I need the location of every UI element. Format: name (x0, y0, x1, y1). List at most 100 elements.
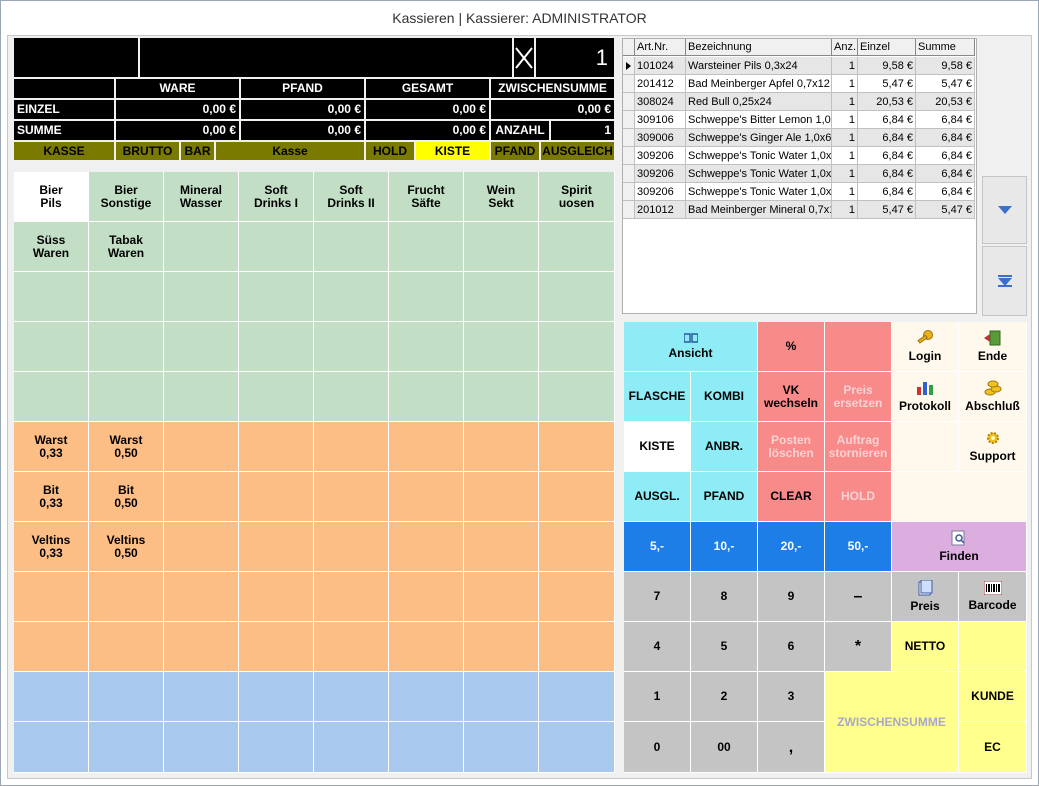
product-empty[interactable] (164, 522, 239, 572)
percent-button[interactable]: % (758, 322, 825, 372)
cell-artnr[interactable]: 201012 (635, 201, 686, 219)
category-empty[interactable] (164, 372, 239, 422)
digit-00-button[interactable]: 00 (691, 722, 758, 773)
kombi-button[interactable]: KOMBI (691, 372, 758, 422)
preis-ersetzen-button[interactable]: Preis ersetzen (825, 372, 892, 422)
product-empty[interactable] (464, 422, 539, 472)
category-mineral-wasser[interactable]: Mineral Wasser (164, 172, 239, 222)
support-button[interactable]: Support (959, 422, 1027, 472)
product-empty[interactable] (164, 722, 239, 773)
category-bier-sonstige[interactable]: Bier Sonstige (89, 172, 164, 222)
category-empty[interactable] (389, 272, 464, 322)
cell-summe[interactable]: 5,47 € (916, 75, 975, 93)
category-soft-drinks-1[interactable]: Soft Drinks I (239, 172, 314, 222)
cell-summe[interactable]: 6,84 € (916, 183, 975, 201)
product-empty[interactable] (14, 622, 89, 672)
product-empty[interactable] (389, 422, 464, 472)
row-selector[interactable] (623, 147, 635, 165)
row-selector[interactable] (623, 165, 635, 183)
digit-4-button[interactable]: 4 (624, 622, 691, 672)
cell-bezeichnung[interactable]: Schweppe's Ginger Ale 1,0x6 (686, 129, 832, 147)
product-empty[interactable] (164, 472, 239, 522)
ende-button[interactable]: Ende (959, 322, 1027, 372)
scroll-end-button[interactable] (982, 246, 1027, 316)
product-empty[interactable] (389, 572, 464, 622)
product-empty[interactable] (314, 672, 389, 722)
product-empty[interactable] (14, 572, 89, 622)
product-empty[interactable] (239, 622, 314, 672)
product-empty[interactable] (539, 572, 615, 622)
product-empty[interactable] (314, 522, 389, 572)
digit-3-button[interactable]: 3 (758, 672, 825, 722)
cell-artnr[interactable]: 309206 (635, 147, 686, 165)
category-empty[interactable] (239, 272, 314, 322)
cell-anz[interactable]: 1 (832, 75, 858, 93)
ansicht-button[interactable]: Ansicht (624, 322, 758, 372)
cell-einzel[interactable]: 9,58 € (858, 57, 916, 75)
empty-red-button[interactable] (825, 322, 892, 372)
product-veltins-050[interactable]: Veltins 0,50 (89, 522, 164, 572)
category-empty[interactable] (89, 322, 164, 372)
scroll-down-button[interactable] (982, 176, 1027, 244)
posten-loeschen-button[interactable]: Posten löschen (758, 422, 825, 472)
category-empty[interactable] (389, 222, 464, 272)
cell-anz[interactable]: 1 (832, 147, 858, 165)
cell-anz[interactable]: 1 (832, 165, 858, 183)
col-header-einzel[interactable]: Einzel (858, 39, 916, 56)
category-empty[interactable] (89, 272, 164, 322)
product-empty[interactable] (464, 472, 539, 522)
digit-0-button[interactable]: 0 (624, 722, 691, 773)
empty-cream-button[interactable] (892, 422, 959, 472)
category-empty[interactable] (239, 322, 314, 372)
cash-10-button[interactable]: 10,- (691, 522, 758, 572)
product-empty[interactable] (539, 672, 615, 722)
digit-8-button[interactable]: 8 (691, 572, 758, 622)
cell-einzel[interactable]: 5,47 € (858, 75, 916, 93)
abschluss-button[interactable]: Abschluß (959, 372, 1027, 422)
product-empty[interactable] (89, 672, 164, 722)
row-selector[interactable] (623, 129, 635, 147)
category-empty[interactable] (464, 322, 539, 372)
product-bit-033[interactable]: Bit 0,33 (14, 472, 89, 522)
digit-2-button[interactable]: 2 (691, 672, 758, 722)
cell-summe[interactable]: 9,58 € (916, 57, 975, 75)
cell-einzel[interactable]: 6,84 € (858, 147, 916, 165)
category-empty[interactable] (464, 272, 539, 322)
digit-6-button[interactable]: 6 (758, 622, 825, 672)
category-bier-pils[interactable]: Bier Pils (14, 172, 89, 222)
category-tabak-waren[interactable]: Tabak Waren (89, 222, 164, 272)
category-empty[interactable] (539, 372, 615, 422)
product-empty[interactable] (164, 672, 239, 722)
cell-artnr[interactable]: 309206 (635, 183, 686, 201)
digit-1-button[interactable]: 1 (624, 672, 691, 722)
product-bit-050[interactable]: Bit 0,50 (89, 472, 164, 522)
cell-bezeichnung[interactable]: Schweppe's Bitter Lemon 1,0x6 (686, 111, 832, 129)
cell-einzel[interactable]: 6,84 € (858, 183, 916, 201)
cell-artnr[interactable]: 309206 (635, 165, 686, 183)
barcode-button[interactable]: Barcode (959, 572, 1027, 622)
clear-display-button[interactable] (514, 38, 534, 77)
order-table[interactable]: Art.Nr. Bezeichnung Anz. Einzel Summe 10… (622, 38, 977, 314)
product-empty[interactable] (539, 422, 615, 472)
category-empty[interactable] (239, 222, 314, 272)
cell-bezeichnung[interactable]: Schweppe's Tonic Water 1,0x6 (686, 147, 832, 165)
category-empty[interactable] (164, 322, 239, 372)
product-empty[interactable] (314, 472, 389, 522)
cell-artnr[interactable]: 201412 (635, 75, 686, 93)
ausgl-button[interactable]: AUSGL. (624, 472, 691, 522)
product-empty[interactable] (464, 572, 539, 622)
row-selector[interactable] (623, 201, 635, 219)
cell-einzel[interactable]: 6,84 € (858, 129, 916, 147)
cell-summe[interactable]: 6,84 € (916, 111, 975, 129)
product-empty[interactable] (14, 672, 89, 722)
kiste-button[interactable]: KISTE (624, 422, 691, 472)
category-empty[interactable] (464, 222, 539, 272)
cell-summe[interactable]: 6,84 € (916, 147, 975, 165)
category-empty[interactable] (539, 272, 615, 322)
product-empty[interactable] (389, 522, 464, 572)
cash-50-button[interactable]: 50,- (825, 522, 892, 572)
cell-artnr[interactable]: 309006 (635, 129, 686, 147)
category-empty[interactable] (539, 222, 615, 272)
cell-bezeichnung[interactable]: Schweppe's Tonic Water 1,0x6 (686, 165, 832, 183)
row-selector[interactable] (623, 111, 635, 129)
